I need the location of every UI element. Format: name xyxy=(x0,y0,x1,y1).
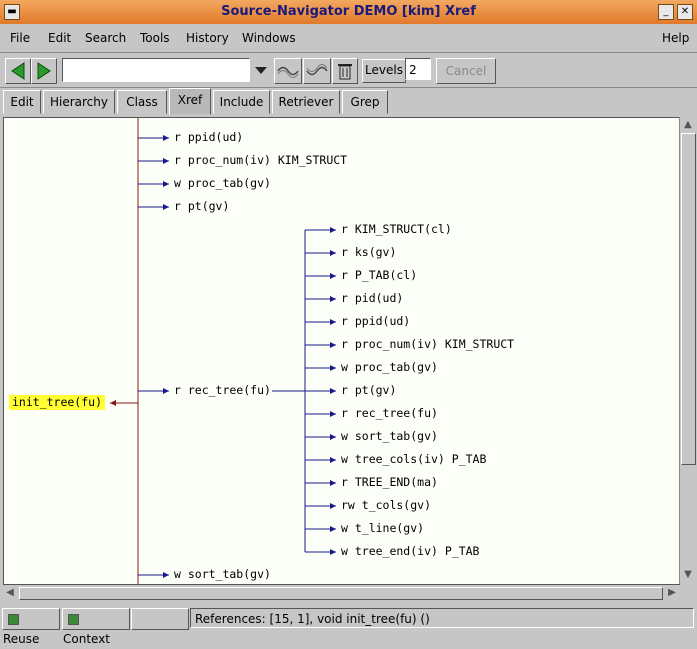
scroll-right-icon[interactable]: ▶ xyxy=(665,586,679,600)
menu-tools[interactable]: Tools xyxy=(140,31,170,45)
scroll-down-icon[interactable]: ▼ xyxy=(681,568,695,582)
minimize-icon[interactable]: _ xyxy=(658,4,674,20)
scroll-left-icon[interactable]: ◀ xyxy=(3,586,17,600)
xref-node-level1[interactable]: r rec_tree(fu) xyxy=(174,383,271,397)
xref-node-level1[interactable]: w proc_tab(gv) xyxy=(174,176,271,190)
title-bar: ▬ Source-Navigator DEMO [kim] Xref _ ✕ xyxy=(0,0,697,25)
tab-xref[interactable]: Xref xyxy=(169,88,211,115)
root-node[interactable]: init_tree(fu) xyxy=(9,395,106,410)
scroll-up-icon[interactable]: ▲ xyxy=(681,118,695,132)
reuse-label: Reuse xyxy=(3,632,40,646)
tab-bar: Edit Hierarchy Class Xref Include Retrie… xyxy=(0,88,697,115)
status-references: References: [15, 1], void init_tree(fu) … xyxy=(190,608,694,628)
xref-node-level2[interactable]: w tree_cols(iv) P_TAB xyxy=(341,452,486,466)
menu-windows[interactable]: Windows xyxy=(242,31,296,45)
xref-node-level2[interactable]: w sort_tab(gv) xyxy=(341,429,438,443)
referenced-by-icon xyxy=(306,64,328,76)
symbol-dropdown-button[interactable] xyxy=(251,58,271,82)
context-label: Context xyxy=(63,632,111,646)
tab-edit[interactable]: Edit xyxy=(3,90,41,114)
menu-history[interactable]: History xyxy=(186,31,229,45)
trash-icon xyxy=(338,64,352,80)
xref-node-level1[interactable]: r ppid(ud) xyxy=(174,130,243,144)
xref-graph xyxy=(110,118,336,584)
vertical-scroll-thumb[interactable] xyxy=(681,133,696,465)
horizontal-scrollbar[interactable]: ◀ ▶ xyxy=(3,586,679,600)
tab-class[interactable]: Class xyxy=(117,90,167,114)
chevron-down-icon xyxy=(255,67,267,74)
xref-node-level2[interactable]: r pid(ud) xyxy=(341,291,403,305)
refers-to-button[interactable] xyxy=(274,58,302,84)
xref-canvas[interactable]: init_tree(fu) r ppid(ud) r proc_num(iv) K… xyxy=(3,117,680,585)
tab-hierarchy[interactable]: Hierarchy xyxy=(43,90,115,114)
xref-node-level2[interactable]: w t_line(gv) xyxy=(341,521,424,535)
tab-retriever[interactable]: Retriever xyxy=(272,90,340,114)
xref-node-level2[interactable]: r KIM_STRUCT(cl) xyxy=(341,222,452,236)
xref-node-level2[interactable]: w tree_end(iv) P_TAB xyxy=(341,544,479,558)
xref-node-level2[interactable]: r proc_num(iv) KIM_STRUCT xyxy=(341,337,514,351)
close-icon[interactable]: ✕ xyxy=(677,4,693,20)
menu-search[interactable]: Search xyxy=(85,31,126,45)
toolbar: Levels 2 Cancel xyxy=(0,53,697,88)
xref-node-level1[interactable]: r pt(gv) xyxy=(174,199,229,213)
xref-node-level2[interactable]: r P_TAB(cl) xyxy=(341,268,417,282)
status-bar: Reuse Context References: [15, 1], void … xyxy=(0,604,697,646)
xref-node-level2[interactable]: rw t_cols(gv) xyxy=(341,498,431,512)
xref-node-level2[interactable]: r ppid(ud) xyxy=(341,314,410,328)
delete-button[interactable] xyxy=(332,58,358,84)
xref-node-level2[interactable]: r TREE_END(ma) xyxy=(341,475,438,489)
window-title: Source-Navigator DEMO [kim] Xref xyxy=(221,4,476,19)
menu-edit[interactable]: Edit xyxy=(48,31,71,45)
levels-input[interactable]: 2 xyxy=(405,58,431,80)
vertical-scrollbar[interactable]: ▲ ▼ xyxy=(679,117,696,584)
refers-to-icon xyxy=(277,66,299,78)
levels-label: Levels xyxy=(362,59,406,83)
xref-node-level1[interactable]: w sort_tab(gv) xyxy=(174,567,271,581)
back-button[interactable] xyxy=(5,58,31,84)
menu-help[interactable]: Help xyxy=(662,31,689,45)
xref-node-level2[interactable]: w proc_tab(gv) xyxy=(341,360,438,374)
symbol-input[interactable] xyxy=(62,58,250,82)
xref-node-level2[interactable]: r pt(gv) xyxy=(341,383,396,397)
reuse-check-icon xyxy=(8,614,19,625)
status-spacer xyxy=(131,608,189,630)
back-arrow-icon xyxy=(11,62,25,80)
xref-node-level2[interactable]: r ks(gv) xyxy=(341,245,396,259)
context-check-icon xyxy=(68,614,79,625)
horizontal-scroll-thumb[interactable] xyxy=(19,587,663,600)
menu-bar: File Edit Search Tools History Windows H… xyxy=(0,24,697,53)
tab-grep[interactable]: Grep xyxy=(342,90,388,114)
menu-file[interactable]: File xyxy=(10,31,30,45)
forward-arrow-icon xyxy=(37,62,51,80)
tab-include[interactable]: Include xyxy=(213,90,270,114)
context-checkbox[interactable]: Context xyxy=(62,608,130,646)
cancel-button[interactable]: Cancel xyxy=(436,58,496,84)
xref-node-level2[interactable]: r rec_tree(fu) xyxy=(341,406,438,420)
forward-button[interactable] xyxy=(31,58,57,84)
reuse-checkbox[interactable]: Reuse xyxy=(2,608,60,646)
referenced-by-button[interactable] xyxy=(303,58,331,84)
xref-node-level1[interactable]: r proc_num(iv) KIM_STRUCT xyxy=(174,153,347,167)
